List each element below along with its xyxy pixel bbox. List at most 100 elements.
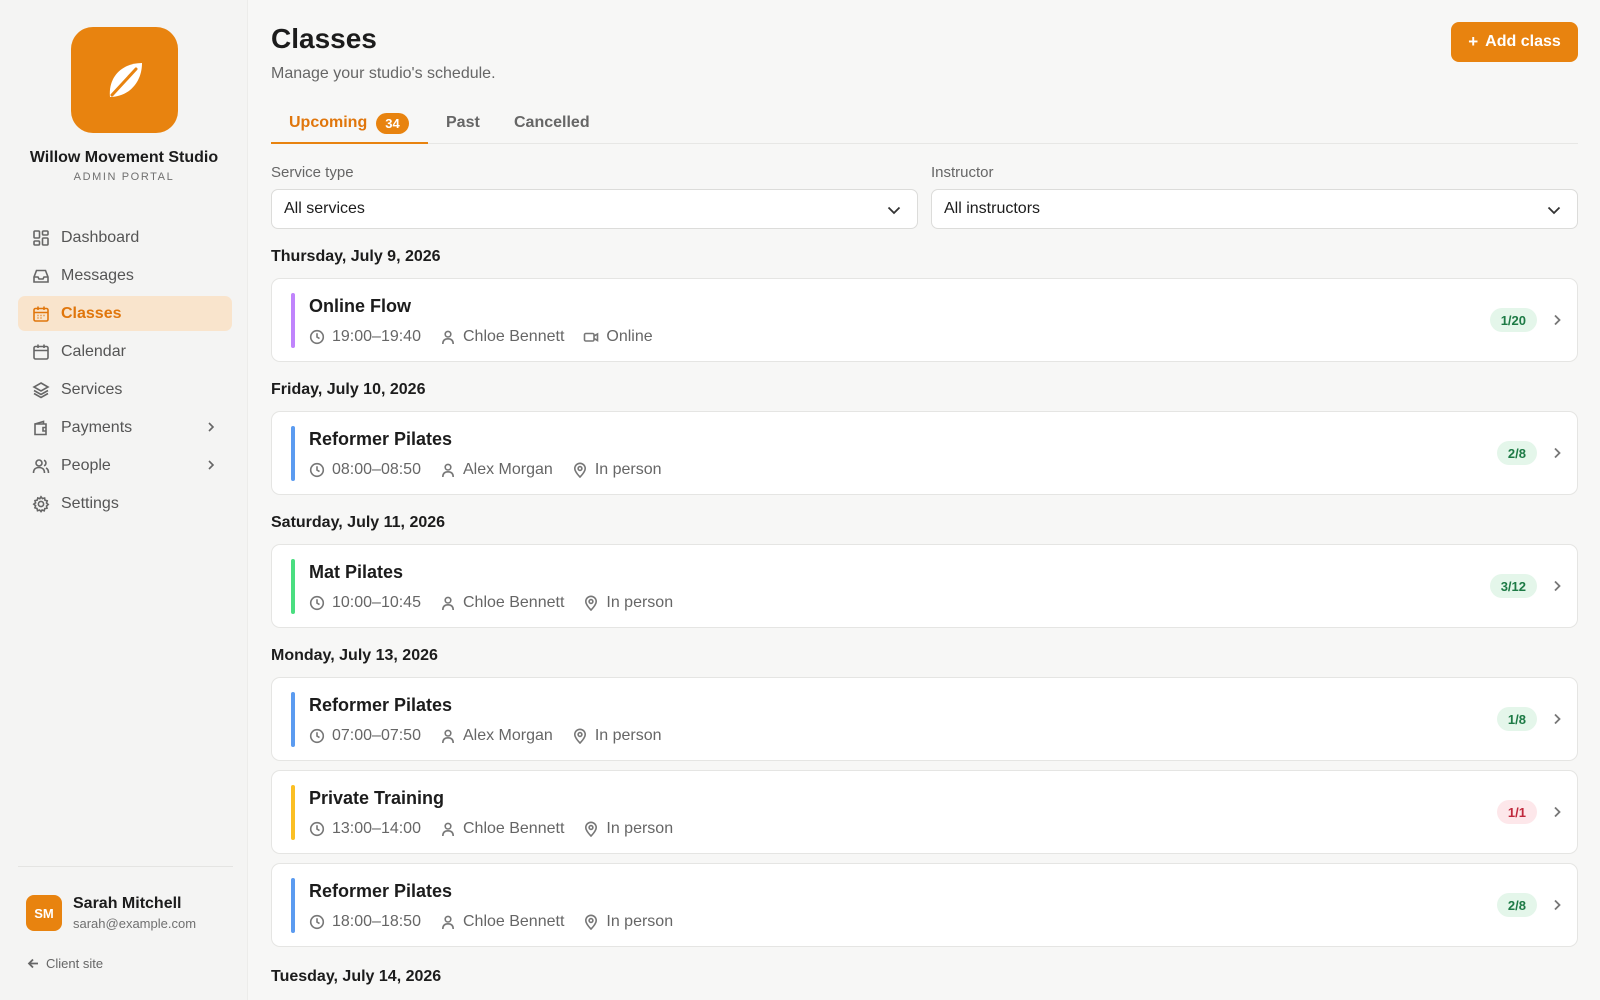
sidebar-nav: Dashboard Messages Classes Calendar Serv… [18,220,232,524]
tab-upcoming[interactable]: Upcoming 34 [271,108,428,144]
clock-icon [309,329,325,345]
class-instructor: Chloe Bennett [462,913,565,930]
clock-icon [309,914,325,930]
class-meta: 19:00–19:40 Chloe Bennett Online [309,328,672,346]
class-time: 13:00–14:00 [332,820,421,837]
video-icon [584,332,599,342]
chevron-right-icon [1554,314,1561,326]
class-time: 08:00–08:50 [332,461,421,478]
date-heading: Thursday, July 9, 2026 [271,248,441,265]
arrow-left-icon [27,958,38,969]
class-color-bar [291,692,295,747]
user-email: sarah@example.com [73,916,197,931]
dashboard-icon [33,229,49,246]
class-card[interactable]: Private Training 13:00–14:00 Chloe Benne… [271,770,1578,854]
class-meta: 18:00–18:50 Chloe Bennett In person [309,913,692,931]
sidebar-item-payments[interactable]: Payments [18,410,232,445]
user-profile[interactable]: SM Sarah Mitchell sarah@example.com [26,895,196,931]
sidebar-item-label: Settings [61,494,119,512]
date-heading: Tuesday, July 14, 2026 [271,968,442,985]
calendar-icon [33,306,49,322]
client-site-label: Client site [46,956,104,971]
class-color-bar [291,785,295,840]
class-instructor: Chloe Bennett [462,594,565,611]
sidebar-item-label: Calendar [61,342,126,360]
date-heading: Monday, July 13, 2026 [271,647,438,664]
tab-label: Past [446,114,480,131]
class-card[interactable]: Reformer Pilates 08:00–08:50 Alex Morgan… [271,411,1578,495]
sidebar-item-messages[interactable]: Messages [18,258,232,293]
person-icon [441,729,454,744]
class-title: Mat Pilates [309,562,404,582]
capacity-badge-full: 1/1 [1496,800,1537,824]
sidebar-divider [18,866,233,867]
class-meta: 10:00–10:45 Chloe Bennett In person [309,594,692,612]
chevron-right-icon [208,460,215,470]
sidebar-item-settings[interactable]: Settings [18,486,232,521]
class-instructor: Chloe Bennett [462,328,565,345]
users-icon [32,458,50,473]
class-location: In person [594,461,662,478]
class-card[interactable]: Reformer Pilates 07:00–07:50 Alex Morgan… [271,677,1578,761]
class-time: 07:00–07:50 [332,727,421,744]
calendar-icon [33,344,49,360]
class-title: Reformer Pilates [309,429,453,449]
gear-icon [32,494,50,513]
chevron-down-icon [887,206,901,215]
sidebar-item-calendar[interactable]: Calendar [18,334,232,369]
sidebar-item-classes[interactable]: Classes [18,296,232,331]
instructor-label: Instructor [931,164,994,181]
page-title: Classes [271,23,377,54]
person-icon [441,596,454,611]
class-color-bar [291,293,295,348]
class-instructor: Alex Morgan [462,461,553,478]
sidebar-item-dashboard[interactable]: Dashboard [18,220,232,255]
leaf-icon [109,63,142,97]
tab-past[interactable]: Past [446,108,480,144]
add-class-button[interactable]: + Add class [1451,22,1578,62]
tab-bar: Upcoming 34 Past Cancelled [271,108,1578,144]
sidebar-item-people[interactable]: People [18,448,232,483]
class-time: 18:00–18:50 [332,913,421,930]
pin-icon [573,728,586,744]
upcoming-count-badge: 34 [376,113,409,134]
avatar: SM [26,895,62,931]
page-subtitle: Manage your studio's schedule. [271,65,496,82]
sidebar-item-services[interactable]: Services [18,372,232,407]
class-instructor: Chloe Bennett [462,820,565,837]
clock-icon [309,821,325,837]
class-meta: 13:00–14:00 Chloe Bennett In person [309,820,692,838]
client-site-link[interactable]: Client site [27,956,103,971]
date-heading: Saturday, July 11, 2026 [271,514,446,531]
service-type-label: Service type [271,164,354,181]
class-location: In person [606,820,674,837]
capacity-badge: 2/8 [1496,441,1537,465]
sidebar-item-label: Dashboard [61,228,140,246]
class-color-bar [291,426,295,481]
person-icon [441,915,454,930]
service-type-select[interactable]: All services [271,189,918,229]
chevron-down-icon [1547,206,1561,215]
class-location: In person [606,913,674,930]
tab-cancelled[interactable]: Cancelled [514,108,590,144]
chevron-right-icon [1554,580,1561,592]
class-time: 19:00–19:40 [332,328,421,345]
pin-icon [585,595,598,611]
wallet-icon [34,419,47,435]
capacity-badge: 1/20 [1489,308,1537,332]
class-card[interactable]: Online Flow 19:00–19:40 Chloe Bennett On… [271,278,1578,362]
class-card[interactable]: Reformer Pilates 18:00–18:50 Chloe Benne… [271,863,1578,947]
capacity-badge: 1/8 [1496,707,1537,731]
chevron-right-icon [1554,713,1561,725]
chevron-right-icon [208,422,215,432]
tab-label: Cancelled [514,114,590,131]
instructor-select[interactable]: All instructors [931,189,1578,229]
class-location: Online [606,328,653,345]
class-card[interactable]: Mat Pilates 10:00–10:45 Chloe Bennett In… [271,544,1578,628]
sidebar: Willow Movement Studio ADMIN PORTAL Dash… [0,0,248,1000]
sidebar-item-label: Payments [61,418,133,436]
studio-logo[interactable] [71,27,178,133]
class-instructor: Alex Morgan [462,727,553,744]
clock-icon [309,462,325,478]
class-color-bar [291,878,295,933]
